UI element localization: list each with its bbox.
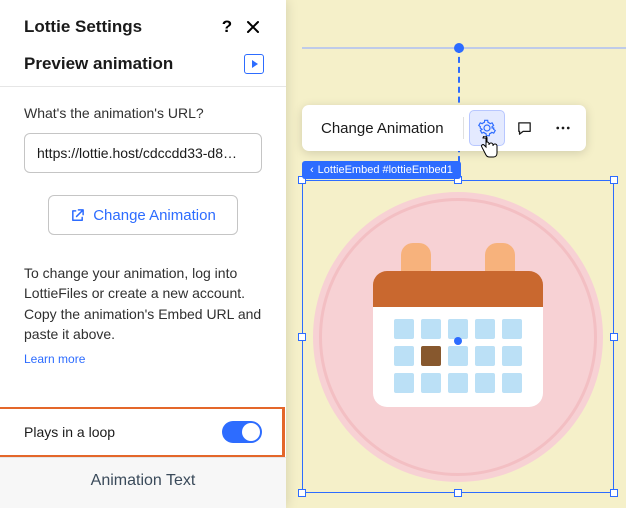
element-tag-label: LottieEmbed #lottieEmbed1 xyxy=(318,164,453,176)
panel-header: Lottie Settings ? xyxy=(0,0,286,50)
close-icon[interactable] xyxy=(240,14,266,40)
breadcrumb-chevron-icon: ‹ xyxy=(310,164,314,176)
preview-row: Preview animation xyxy=(0,50,286,86)
toggle-knob xyxy=(242,423,260,441)
lottie-settings-panel: Lottie Settings ? Preview animation What… xyxy=(0,0,286,508)
change-animation-label: Change Animation xyxy=(93,207,216,224)
selection-frame[interactable]: + xyxy=(302,180,614,493)
animation-text-tab[interactable]: Animation Text xyxy=(0,457,286,508)
calendar-dot-icon xyxy=(454,337,462,345)
learn-more-link[interactable]: Learn more xyxy=(24,352,85,366)
comment-icon xyxy=(516,120,533,137)
lottie-animation-preview: + xyxy=(303,181,613,492)
play-icon xyxy=(252,60,258,68)
more-button[interactable] xyxy=(545,110,581,146)
toolbar-divider xyxy=(463,117,464,139)
help-icon[interactable]: ? xyxy=(214,14,240,40)
external-link-icon xyxy=(70,208,85,223)
change-animation-button[interactable]: Change Animation xyxy=(48,195,238,235)
alignment-anchor-dot xyxy=(454,43,464,53)
play-button[interactable] xyxy=(244,54,264,74)
gear-icon xyxy=(478,119,496,137)
divider xyxy=(0,86,286,87)
calendar-graphic: + xyxy=(373,271,543,407)
help-text: To change your animation, log into Lotti… xyxy=(24,263,262,344)
element-tag[interactable]: ‹ LottieEmbed #lottieEmbed1 xyxy=(302,161,461,179)
url-field-label: What's the animation's URL? xyxy=(24,105,262,121)
loop-toggle[interactable] xyxy=(222,421,262,443)
element-toolbar: Change Animation xyxy=(302,105,586,151)
animation-background-circle: + xyxy=(313,192,603,482)
url-section: What's the animation's URL? Change Anima… xyxy=(0,105,286,384)
loop-label: Plays in a loop xyxy=(24,424,115,440)
preview-label: Preview animation xyxy=(24,54,173,74)
editor-canvas[interactable]: Change Animation ‹ LottieEmbed #lottieEm… xyxy=(286,0,626,508)
calendar-body: + xyxy=(373,307,543,407)
loop-row: Plays in a loop xyxy=(0,407,285,457)
toolbar-change-animation-button[interactable]: Change Animation xyxy=(307,112,458,145)
animation-url-input[interactable] xyxy=(24,133,262,173)
alignment-guide-horizontal xyxy=(302,47,626,49)
panel-title: Lottie Settings xyxy=(24,17,214,37)
calendar-marked-cell xyxy=(421,346,441,366)
dots-icon xyxy=(554,119,572,137)
settings-button[interactable] xyxy=(469,110,505,146)
calendar-header xyxy=(373,271,543,307)
comment-button[interactable] xyxy=(507,110,543,146)
